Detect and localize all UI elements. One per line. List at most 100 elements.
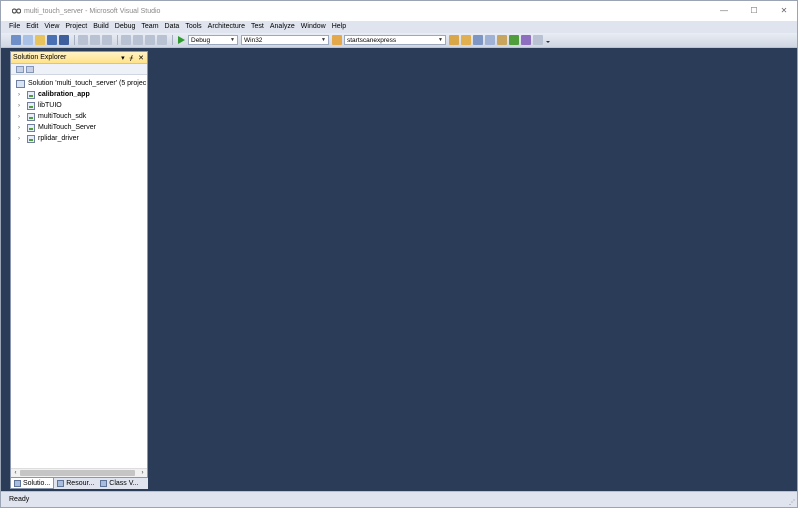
- project-label: calibration_app: [38, 91, 90, 98]
- solution-tree: Solution 'multi_touch_server' (5 projec …: [11, 75, 147, 144]
- solution-label: Solution 'multi_touch_server' (5 projec: [28, 80, 147, 87]
- menu-team[interactable]: Team: [141, 21, 158, 33]
- resize-grip-icon[interactable]: ⋰: [789, 499, 795, 506]
- toolbox-icon[interactable]: [485, 35, 495, 45]
- copy-icon[interactable]: [90, 35, 100, 45]
- navigate-forward-icon[interactable]: [157, 35, 167, 45]
- paste-icon[interactable]: [102, 35, 112, 45]
- solution-configuration-select[interactable]: Debug ▼: [188, 35, 238, 45]
- save-icon[interactable]: [47, 35, 57, 45]
- chevron-down-icon: ▼: [438, 37, 443, 43]
- project-node-multitouch-sdk[interactable]: › multiTouch_sdk: [11, 111, 147, 122]
- menu-view[interactable]: View: [44, 21, 59, 33]
- class-view-tab-icon: [100, 480, 108, 487]
- solution-configuration-value: Debug: [191, 36, 211, 44]
- tab-resource-view[interactable]: Resour...: [54, 478, 97, 489]
- minimize-button[interactable]: —: [719, 5, 729, 15]
- horizontal-scrollbar[interactable]: ‹ ›: [11, 468, 147, 477]
- project-label: multiTouch_sdk: [38, 113, 87, 120]
- menu-help[interactable]: Help: [332, 21, 346, 33]
- project-node-multitouch-server[interactable]: › MultiTouch_Server: [11, 122, 147, 133]
- menu-data[interactable]: Data: [165, 21, 180, 33]
- menu-debug[interactable]: Debug: [115, 21, 136, 33]
- expand-arrow-icon[interactable]: ›: [15, 125, 23, 131]
- scroll-right-icon[interactable]: ›: [138, 470, 147, 476]
- redo-icon[interactable]: [133, 35, 143, 45]
- expand-arrow-icon[interactable]: ›: [15, 103, 23, 109]
- toolbar-options-icon[interactable]: [545, 35, 551, 45]
- cpp-project-icon: [27, 101, 35, 110]
- cpp-project-icon: [27, 112, 35, 121]
- menu-analyze[interactable]: Analyze: [270, 21, 295, 33]
- vs-window: multi_touch_server - Microsoft Visual St…: [0, 0, 798, 508]
- extension-manager-icon[interactable]: [509, 35, 519, 45]
- project-node-rplidar-driver[interactable]: › rplidar_driver: [11, 133, 147, 144]
- solution-explorer-title: Solution Explorer: [13, 54, 67, 61]
- navigate-backward-icon[interactable]: [145, 35, 155, 45]
- solution-explorer-header: Solution Explorer ▾ ᚋ ✕: [11, 52, 147, 64]
- project-label: MultiTouch_Server: [38, 124, 96, 131]
- start-debugging-icon[interactable]: [176, 35, 186, 45]
- cpp-project-icon: [27, 134, 35, 143]
- solution-icon: [16, 79, 25, 88]
- pin-icon[interactable]: ᚋ: [130, 54, 134, 62]
- cut-icon[interactable]: [78, 35, 88, 45]
- solution-explorer-icon[interactable]: [449, 35, 459, 45]
- project-label: libTUIO: [38, 102, 62, 109]
- tab-solution-explorer[interactable]: Solutio...: [10, 478, 55, 489]
- close-panel-icon[interactable]: ✕: [138, 54, 144, 62]
- status-bar: Ready ⋰: [1, 491, 797, 507]
- save-all-icon[interactable]: [59, 35, 69, 45]
- panel-tab-strip: Solutio... Resour... Class V...: [10, 478, 148, 489]
- project-node-libtuio[interactable]: › libTUIO: [11, 100, 147, 111]
- find-combo-value: startscanexpress: [347, 36, 397, 44]
- add-item-icon[interactable]: [23, 35, 33, 45]
- menu-project[interactable]: Project: [65, 21, 87, 33]
- status-text: Ready: [9, 496, 30, 503]
- menu-edit[interactable]: Edit: [26, 21, 38, 33]
- menu-build[interactable]: Build: [93, 21, 109, 33]
- solution-explorer-tab-icon: [14, 479, 21, 487]
- title-bar: multi_touch_server - Microsoft Visual St…: [1, 1, 797, 21]
- team-explorer-icon[interactable]: [521, 35, 531, 45]
- solution-node[interactable]: Solution 'multi_touch_server' (5 projec: [11, 78, 147, 89]
- properties-icon[interactable]: [16, 65, 24, 73]
- window-position-icon[interactable]: ▾: [121, 54, 125, 62]
- window-title: multi_touch_server - Microsoft Visual St…: [24, 7, 161, 15]
- expand-arrow-icon[interactable]: ›: [15, 136, 23, 142]
- expand-arrow-icon[interactable]: ›: [15, 92, 23, 98]
- object-browser-icon[interactable]: [473, 35, 483, 45]
- chevron-down-icon: ▼: [321, 37, 326, 43]
- open-file-icon[interactable]: [35, 35, 45, 45]
- menu-architecture[interactable]: Architecture: [208, 21, 245, 33]
- toolbar-separator: [172, 35, 173, 45]
- close-button[interactable]: ✕: [779, 5, 789, 15]
- find-in-files-icon[interactable]: [332, 35, 342, 45]
- menu-file[interactable]: File: [9, 21, 20, 33]
- tab-class-view[interactable]: Class V...: [97, 478, 141, 489]
- show-all-files-icon[interactable]: [26, 65, 34, 73]
- project-label: rplidar_driver: [38, 135, 79, 142]
- tab-label: Resour...: [66, 480, 95, 487]
- new-project-icon[interactable]: [11, 35, 21, 45]
- window-layout-icon[interactable]: [533, 35, 543, 45]
- tab-label: Solutio...: [23, 479, 51, 487]
- class-view-icon[interactable]: [497, 35, 507, 45]
- find-combo[interactable]: startscanexpress ▼: [344, 35, 446, 45]
- menu-tools[interactable]: Tools: [185, 21, 201, 33]
- scroll-left-icon[interactable]: ‹: [11, 470, 20, 476]
- chevron-down-icon: ▼: [230, 37, 235, 43]
- solution-explorer-panel: Solution Explorer ▾ ᚋ ✕ Solution 'multi_…: [10, 51, 148, 478]
- maximize-button[interactable]: ☐: [749, 5, 759, 15]
- expand-arrow-icon[interactable]: ›: [15, 114, 23, 120]
- scrollbar-thumb[interactable]: [20, 470, 135, 476]
- toolbar-separator: [74, 35, 75, 45]
- properties-icon[interactable]: [461, 35, 471, 45]
- menu-window[interactable]: Window: [301, 21, 326, 33]
- undo-icon[interactable]: [121, 35, 131, 45]
- toolbar-separator: [117, 35, 118, 45]
- solution-platform-select[interactable]: Win32 ▼: [241, 35, 329, 45]
- menu-test[interactable]: Test: [251, 21, 264, 33]
- project-node-calibration-app[interactable]: › calibration_app: [11, 89, 147, 100]
- visual-studio-logo-icon: [12, 8, 21, 14]
